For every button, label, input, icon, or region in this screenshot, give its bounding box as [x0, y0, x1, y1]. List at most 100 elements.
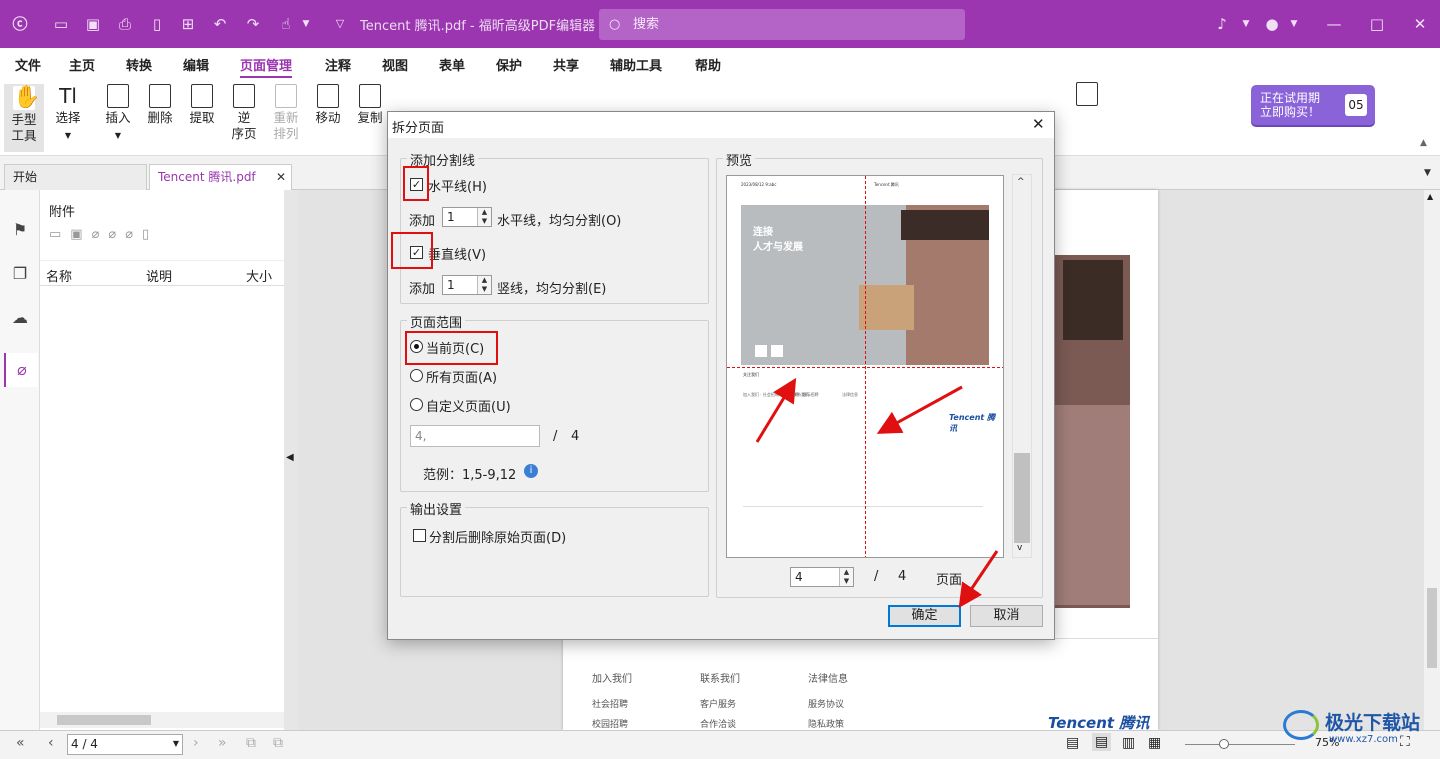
vertical-label: 垂直线(V) — [428, 248, 487, 263]
spin-arrows-icon[interactable]: ▲ ▼ — [839, 568, 853, 586]
print-icon[interactable]: ⎙ — [115, 14, 135, 34]
export-icon[interactable]: ⊞ — [178, 14, 198, 34]
prev-page-icon[interactable]: ‹ — [48, 735, 54, 751]
save-icon[interactable]: ▣ — [83, 14, 103, 34]
menu-edit[interactable]: 编辑 — [183, 55, 209, 74]
menu-help[interactable]: 帮助 — [695, 55, 721, 74]
first-page-icon[interactable]: « — [16, 735, 25, 751]
preview-page-input[interactable]: 4 ▲ ▼ — [790, 567, 854, 587]
attachment-icon[interactable]: ⌀ — [4, 353, 38, 387]
close-icon[interactable]: ✕ — [1410, 14, 1430, 34]
minimize-icon[interactable]: — — [1324, 14, 1344, 34]
chevron-down-icon[interactable]: ▼ — [173, 739, 179, 748]
page-number-input[interactable]: 4 / 4 ▼ — [67, 734, 183, 755]
spin-arrows-icon[interactable]: ▲ ▼ — [477, 208, 491, 226]
single-page-icon[interactable]: ▤ — [1066, 735, 1079, 751]
comment-icon[interactable]: ☁ — [10, 308, 30, 328]
hand-tool-button[interactable]: ✋ 手型 工具 — [4, 84, 44, 152]
attachment-toolbar-icons[interactable]: ▭▣⌀⌀⌀▯ — [49, 227, 158, 242]
redo-icon[interactable]: ↷ — [243, 14, 263, 34]
custom-range-input[interactable]: 4, — [410, 425, 540, 447]
maximize-icon[interactable]: □ — [1367, 14, 1387, 34]
hand-icon[interactable]: ☝ — [276, 14, 296, 34]
search-placeholder: 搜索 — [633, 17, 660, 32]
search-input[interactable]: ○ 搜索 — [599, 9, 965, 40]
move-page-button[interactable]: 移动 — [313, 84, 343, 126]
chevron-down-icon[interactable]: ▼ — [1284, 14, 1304, 34]
continuous-page-icon[interactable]: ▤ — [1092, 733, 1112, 751]
undo-icon[interactable]: ↶ — [210, 14, 230, 34]
menu-comment[interactable]: 注释 — [325, 55, 351, 74]
cover-page-icon[interactable]: ▦ — [1148, 735, 1161, 751]
chevron-down-icon[interactable]: ▼ — [1236, 14, 1256, 34]
tab-start[interactable]: 开始 — [4, 164, 147, 190]
next-page-icon[interactable]: › — [193, 735, 199, 751]
menu-file[interactable]: 文件 — [15, 55, 41, 74]
insert-page-button[interactable]: 插入 ▼ — [104, 84, 132, 144]
menu-share[interactable]: 共享 — [553, 55, 579, 74]
menu-protect[interactable]: 保护 — [496, 55, 522, 74]
custom-pages-radio[interactable] — [410, 398, 423, 411]
bookmark-icon[interactable]: ⚑ — [10, 220, 30, 240]
tab-list-dropdown-icon[interactable]: ▼ — [1424, 168, 1431, 178]
ribbon-collapse-icon[interactable]: ▲ — [1420, 138, 1427, 148]
menu-page-manage[interactable]: 页面管理 — [240, 55, 293, 79]
new-icon[interactable]: ▯ — [147, 14, 167, 34]
attachment-table-header: 名称 说明 大小 — [40, 260, 284, 286]
select-tool-button[interactable]: Tl 选择 ▼ — [52, 84, 84, 144]
preview-scrollbar[interactable]: ^ v — [1012, 174, 1032, 558]
title-bar: ⓒ ▭ ▣ ⎙ ▯ ⊞ ↶ ↷ ☝ ▼ ▽ Tencent 腾讯.pdf - 福… — [0, 0, 1440, 48]
scrollbar-thumb[interactable] — [1427, 588, 1437, 668]
facing-page-icon[interactable]: ▥ — [1122, 735, 1135, 751]
menu-view[interactable]: 视图 — [382, 55, 408, 74]
menu-form[interactable]: 表单 — [439, 55, 465, 74]
user-icon[interactable]: ● — [1262, 14, 1282, 34]
text-select-icon: Tl — [57, 84, 79, 108]
trial-days-badge: 05 — [1345, 94, 1367, 116]
horizontal-scrollbar[interactable] — [40, 712, 284, 728]
pages-icon[interactable]: ❐ — [10, 264, 30, 284]
extract-page-button[interactable]: 提取 — [187, 84, 217, 126]
all-pages-radio[interactable] — [410, 369, 423, 382]
delete-original-checkbox[interactable] — [413, 529, 426, 542]
horizontal-count-input[interactable]: 1 ▲ ▼ — [442, 207, 492, 227]
status-bar: « ‹ 4 / 4 ▼ › » ⧉ ⧉ ▤ ▤ ▥ ▦ 75% ⛶ — [0, 730, 1440, 759]
info-icon[interactable]: i — [524, 464, 538, 478]
dialog-title: 拆分页面 — [392, 121, 445, 136]
menu-home[interactable]: 主页 — [69, 55, 95, 74]
menu-convert[interactable]: 转换 — [126, 55, 152, 74]
dialog-titlebar: 拆分页面 ✕ — [388, 112, 1054, 138]
cancel-button[interactable]: 取消 — [970, 605, 1043, 627]
vertical-count-input[interactable]: 1 ▲ ▼ — [442, 275, 492, 295]
rearrange-icon — [275, 84, 297, 108]
bell-icon[interactable]: ♪ — [1212, 14, 1232, 34]
highlight-box — [405, 331, 498, 365]
reverse-pages-button[interactable]: 逆序页 — [229, 84, 259, 142]
col-size[interactable]: 大小 — [246, 266, 272, 285]
zoom-slider[interactable] — [1185, 739, 1295, 749]
last-page-icon[interactable]: » — [218, 735, 227, 751]
dialog-close-icon[interactable]: ✕ — [1032, 115, 1045, 133]
copy-page-button[interactable]: 复制 — [355, 84, 385, 126]
trial-banner-button[interactable]: 正在试用期 立即购买！ 05 — [1251, 85, 1375, 125]
page-tool-icon[interactable] — [1072, 82, 1102, 108]
vertical-scrollbar[interactable]: ▲ — [1424, 190, 1440, 730]
delete-page-button[interactable]: 删除 — [145, 84, 175, 126]
ok-button[interactable]: 确定 — [888, 605, 961, 627]
col-name[interactable]: 名称 — [46, 266, 72, 285]
preview-page-thumbnail: 2023/08/12 9:abc Tencent 腾讯 连接 人才与发展 关注我… — [726, 175, 1004, 558]
panel-collapse-strip[interactable]: ◀ — [284, 190, 298, 730]
search-icon: ○ — [609, 17, 621, 32]
next-view-icon[interactable]: ⧉ — [273, 735, 283, 751]
col-desc[interactable]: 说明 — [146, 266, 172, 285]
chevron-down-icon[interactable]: ▽ — [330, 14, 350, 34]
open-icon[interactable]: ▭ — [51, 14, 71, 34]
dropdown-icon[interactable]: ▼ — [296, 14, 316, 34]
rearrange-button[interactable]: 重新 排列 — [270, 84, 302, 142]
tab-document[interactable]: Tencent 腾讯.pdf ✕ — [149, 164, 292, 190]
prev-view-icon[interactable]: ⧉ — [246, 735, 256, 751]
spin-arrows-icon[interactable]: ▲ ▼ — [477, 276, 491, 294]
menu-tools[interactable]: 辅助工具 — [610, 55, 662, 74]
collapse-arrow-icon[interactable]: ◀ — [286, 452, 294, 463]
close-tab-icon[interactable]: ✕ — [276, 165, 286, 189]
